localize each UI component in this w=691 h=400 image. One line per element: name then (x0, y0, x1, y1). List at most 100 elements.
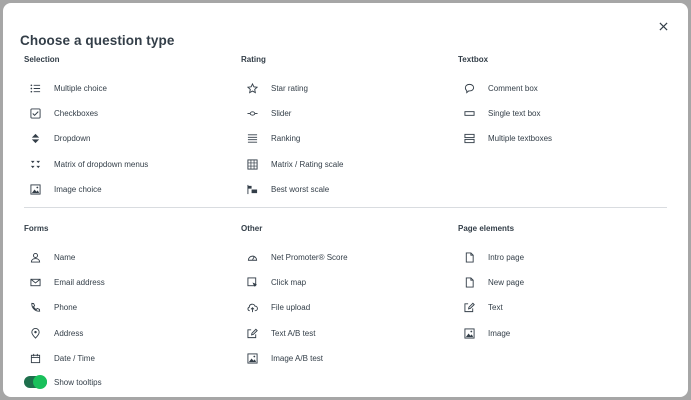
item-label: Single text box (488, 109, 541, 119)
question-type-text-ab-test[interactable]: Text A/B test (241, 321, 441, 346)
item-label: Slider (271, 109, 292, 119)
question-type-email[interactable]: Email address (24, 270, 224, 295)
question-type-single-text-box[interactable]: Single text box (458, 101, 658, 126)
show-tooltips-label: Show tooltips (54, 377, 102, 387)
page-element-image[interactable]: Image (458, 321, 658, 346)
item-label: Name (54, 253, 76, 263)
item-label: File upload (271, 303, 311, 313)
item-label: Image choice (54, 184, 102, 194)
page-element-new-page[interactable]: New page (458, 270, 658, 295)
question-type-multiple-textboxes[interactable]: Multiple textboxes (458, 126, 658, 151)
item-label: Best worst scale (271, 184, 330, 194)
modal-title: Choose a question type (20, 33, 175, 48)
question-type-checkboxes[interactable]: Checkboxes (24, 101, 224, 126)
section-heading: Textbox (458, 55, 489, 64)
item-label: Net Promoter® Score (271, 253, 348, 263)
edit-box-icon (464, 302, 475, 313)
section-textbox: Textbox Comment box Single text box Mult… (458, 55, 658, 152)
phone-icon (30, 302, 41, 313)
calendar-icon (30, 353, 41, 364)
question-type-dropdown[interactable]: Dropdown (24, 126, 224, 151)
checkbox-icon (30, 108, 41, 119)
item-label: Image (488, 328, 511, 338)
question-type-comment-box[interactable]: Comment box (458, 76, 658, 101)
click-map-icon (247, 277, 258, 288)
section-heading: Forms (24, 224, 49, 233)
page-icon (464, 277, 475, 288)
item-label: Ranking (271, 134, 301, 144)
close-button[interactable] (654, 17, 672, 35)
question-type-modal: Choose a question type Selection Multipl… (3, 3, 688, 397)
question-type-date-time[interactable]: Date / Time (24, 346, 224, 371)
show-tooltips-toggle[interactable] (24, 375, 47, 389)
page-element-intro-page[interactable]: Intro page (458, 245, 658, 270)
section-heading: Page elements (458, 224, 515, 233)
section-page-elements: Page elements Intro page New page Text I… (458, 224, 658, 346)
edit-box-icon (247, 328, 258, 339)
question-type-multiple-choice[interactable]: Multiple choice (24, 76, 224, 101)
page-icon (464, 252, 475, 263)
item-label: Text (488, 303, 503, 313)
item-label: Date / Time (54, 353, 95, 363)
item-label: Dropdown (54, 134, 91, 144)
item-label: Text A/B test (271, 328, 316, 338)
item-label: Address (54, 328, 84, 338)
gauge-icon (247, 252, 258, 263)
section-heading: Selection (24, 55, 60, 64)
question-type-address[interactable]: Address (24, 321, 224, 346)
item-label: Multiple textboxes (488, 134, 553, 144)
question-type-image-ab-test[interactable]: Image A/B test (241, 346, 441, 371)
question-type-ranking[interactable]: Ranking (241, 126, 441, 151)
item-label: Star rating (271, 84, 308, 94)
ranking-icon (247, 133, 258, 144)
item-label: Multiple choice (54, 84, 107, 94)
section-forms: Forms Name Email address Phone Address D… (24, 224, 224, 371)
section-rating: Rating Star rating Slider Ranking Matrix… (241, 55, 441, 202)
slider-icon (247, 108, 258, 119)
close-icon (658, 21, 668, 31)
question-type-name[interactable]: Name (24, 245, 224, 270)
email-icon (30, 277, 41, 288)
single-textbox-icon (464, 108, 475, 119)
question-type-click-map[interactable]: Click map (241, 270, 441, 295)
item-label: Intro page (488, 253, 525, 263)
item-label: New page (488, 278, 525, 288)
person-icon (30, 252, 41, 263)
item-label: Email address (54, 278, 105, 288)
question-type-file-upload[interactable]: File upload (241, 295, 441, 320)
show-tooltips-row: Show tooltips (24, 375, 102, 389)
dropdown-icon (30, 133, 41, 144)
question-type-nps[interactable]: Net Promoter® Score (241, 245, 441, 270)
grid-icon (247, 159, 258, 170)
question-type-matrix-dropdown[interactable]: Matrix of dropdown menus (24, 152, 224, 177)
section-selection: Selection Multiple choice Checkboxes Dro… (24, 55, 224, 202)
item-label: Checkboxes (54, 109, 99, 119)
image-icon (464, 328, 475, 339)
question-type-best-worst[interactable]: Best worst scale (241, 177, 441, 202)
section-heading: Rating (241, 55, 266, 64)
item-label: Comment box (488, 84, 538, 94)
best-worst-icon (247, 184, 258, 195)
question-type-matrix-rating[interactable]: Matrix / Rating scale (241, 152, 441, 177)
section-other: Other Net Promoter® Score Click map File… (241, 224, 441, 371)
item-label: Matrix / Rating scale (271, 159, 344, 169)
location-pin-icon (30, 327, 41, 339)
question-type-slider[interactable]: Slider (241, 101, 441, 126)
page-element-text[interactable]: Text (458, 295, 658, 320)
question-type-phone[interactable]: Phone (24, 295, 224, 320)
multiple-textboxes-icon (464, 133, 475, 144)
image-icon (247, 353, 258, 364)
matrix-dropdown-icon (30, 159, 41, 170)
item-label: Image A/B test (271, 353, 324, 363)
item-label: Click map (271, 278, 307, 288)
star-icon (247, 83, 258, 94)
item-label: Matrix of dropdown menus (54, 159, 149, 169)
item-label: Phone (54, 303, 78, 313)
question-type-star-rating[interactable]: Star rating (241, 76, 441, 101)
image-icon (30, 184, 41, 195)
comment-icon (464, 83, 475, 94)
section-heading: Other (241, 224, 263, 233)
question-type-image-choice[interactable]: Image choice (24, 177, 224, 202)
list-icon (30, 83, 41, 94)
toggle-knob (33, 375, 47, 389)
